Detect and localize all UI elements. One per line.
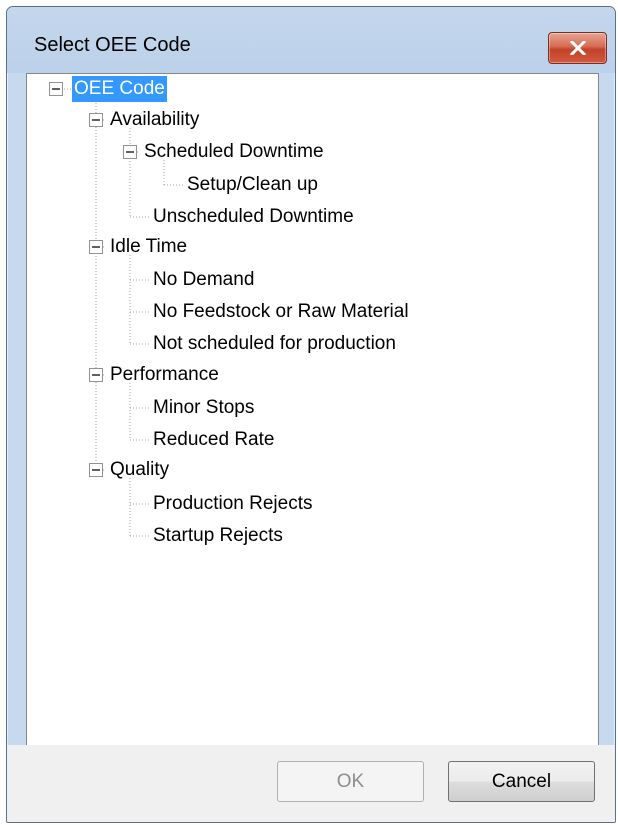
ok-button[interactable]: OK [277,761,424,802]
dialog-title: Select OEE Code [34,34,191,56]
expander-root[interactable] [49,82,63,96]
close-icon [570,41,586,55]
dialog-footer: OK Cancel [7,745,615,822]
title-bar[interactable]: Select OEE Code [7,7,615,73]
expander-scheduled-downtime[interactable] [123,145,137,159]
tree-node-availability[interactable]: Availability [108,107,201,133]
cancel-button[interactable]: Cancel [448,761,595,802]
tree-node-idle-time[interactable]: Idle Time [108,234,189,260]
oee-code-tree[interactable]: OEE Code Availability Scheduled Downtime… [26,73,599,747]
tree-node-startup-rejects[interactable]: Startup Rejects [151,523,285,549]
expander-availability[interactable] [89,113,103,127]
expander-idle-time[interactable] [89,240,103,254]
expander-quality[interactable] [89,463,103,477]
tree-node-setup-clean-up[interactable]: Setup/Clean up [185,172,320,198]
expander-performance[interactable] [89,368,103,382]
tree-node-no-demand[interactable]: No Demand [151,267,256,293]
tree-node-unscheduled-downtime[interactable]: Unscheduled Downtime [151,204,356,230]
tree-node-oee-code[interactable]: OEE Code [72,76,167,102]
tree-node-production-rejects[interactable]: Production Rejects [151,491,314,517]
tree-node-no-feedstock[interactable]: No Feedstock or Raw Material [151,299,411,325]
tree-node-minor-stops[interactable]: Minor Stops [151,395,256,421]
tree-node-scheduled-downtime[interactable]: Scheduled Downtime [142,139,326,165]
tree-node-performance[interactable]: Performance [108,362,221,388]
dialog-window: Select OEE Code OEE Code Availability Sc… [6,6,616,823]
tree-node-not-scheduled[interactable]: Not scheduled for production [151,331,398,357]
tree-node-quality[interactable]: Quality [108,457,171,483]
close-button[interactable] [548,32,607,64]
tree-node-reduced-rate[interactable]: Reduced Rate [151,427,276,453]
